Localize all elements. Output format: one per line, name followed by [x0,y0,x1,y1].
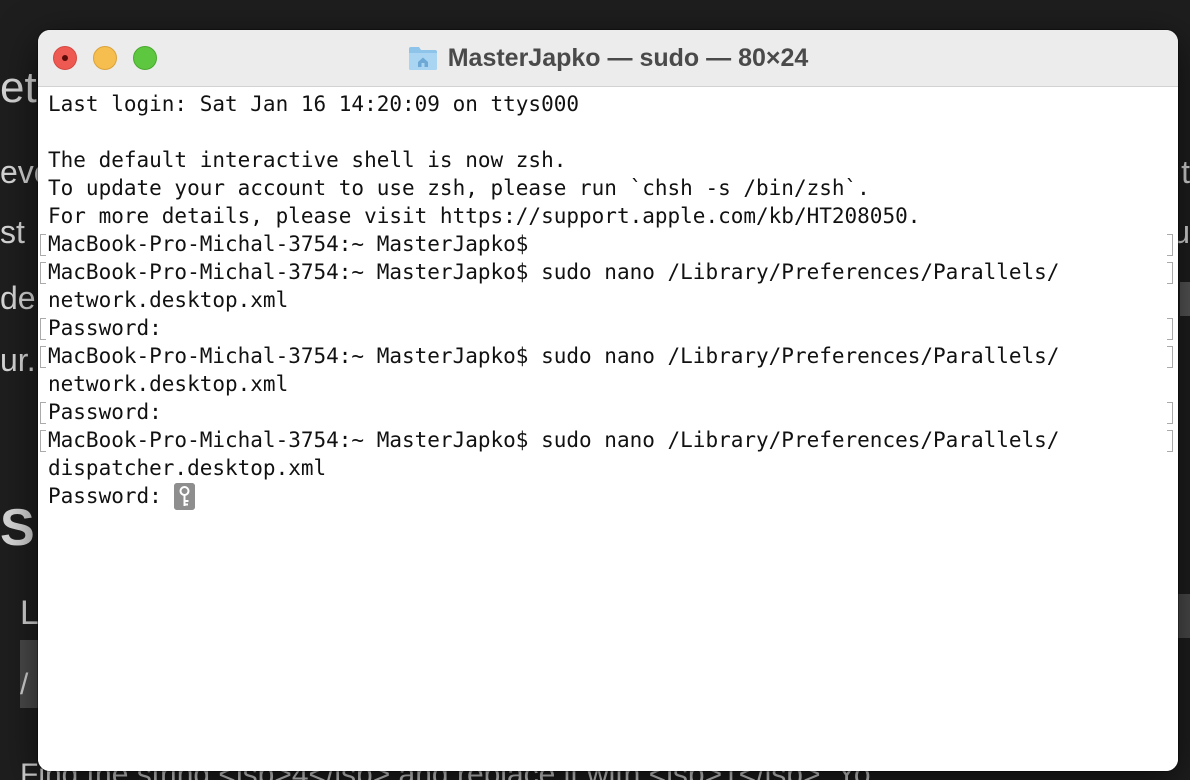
prompt-mark-left [40,402,46,424]
terminal-prompt-line: MacBook-Pro-Michal-3754:~ MasterJapko$ s… [48,428,1060,452]
prompt-mark-left [40,346,46,368]
terminal-line: network.desktop.xml [48,288,289,312]
prompt-mark-right [1167,402,1173,424]
prompt-mark-right [1167,318,1173,340]
window-titlebar[interactable]: MasterJapko — sudo — 80×24 [38,30,1178,87]
terminal-line: Password: [48,400,162,424]
background-text-fragment: t [1181,154,1190,190]
prompt-mark-right [1167,430,1173,452]
terminal-line: network.desktop.xml [48,372,289,396]
terminal-line: To update your account to use zsh, pleas… [48,176,870,200]
terminal-output[interactable]: Last login: Sat Jan 16 14:20:09 on ttys0… [38,87,1178,771]
terminal-line: Last login: Sat Jan 16 14:20:09 on ttys0… [48,92,580,116]
terminal-window[interactable]: MasterJapko — sudo — 80×24 Last login: S… [38,30,1178,771]
terminal-prompt-line: MacBook-Pro-Michal-3754:~ MasterJapko$ s… [48,260,1060,284]
window-title-group: MasterJapko — sudo — 80×24 [38,30,1178,86]
key-icon [174,483,195,510]
prompt-mark-right [1167,346,1173,368]
terminal-line: The default interactive shell is now zsh… [48,148,567,172]
prompt-mark-right [1167,234,1173,256]
background-decoration [1180,282,1190,316]
terminal-line: For more details, please visit https://s… [48,204,921,228]
background-text-fragment: / [20,668,29,701]
terminal-prompt-line: MacBook-Pro-Michal-3754:~ MasterJapko$ [48,232,529,256]
prompt-mark-left [40,234,46,256]
background-text-fragment: de [0,280,36,316]
background-text-fragment: et [0,63,37,112]
prompt-mark-left [40,430,46,452]
terminal-line: Password: [48,316,162,340]
terminal-line: dispatcher.desktop.xml [48,456,327,480]
background-text-fragment: L [20,594,39,632]
window-title: MasterJapko — sudo — 80×24 [447,43,809,72]
prompt-mark-left [40,318,46,340]
terminal-prompt-line: MacBook-Pro-Michal-3754:~ MasterJapko$ s… [48,344,1060,368]
background-code-block [1178,594,1190,638]
terminal-password-line: Password: [48,484,162,508]
prompt-mark-left [40,262,46,284]
background-text-fragment: ur. [0,342,36,378]
background-text-fragment: st [0,214,25,250]
prompt-mark-right [1167,262,1173,284]
background-heading-fragment: S [0,499,35,557]
folder-home-icon [408,47,437,70]
